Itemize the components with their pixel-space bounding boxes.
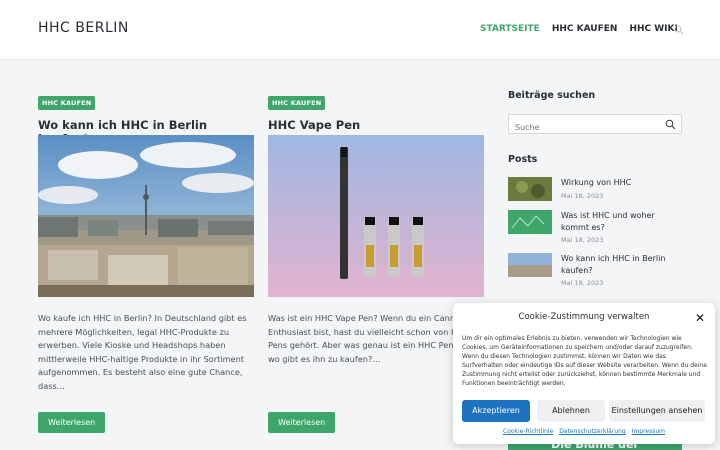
post-date: Mai 18, 2023 [561,279,604,287]
category-badge[interactable]: HHC KAUFEN [38,96,96,110]
imprint-link[interactable]: Impressum [632,428,665,435]
posts-heading: Posts [508,154,538,165]
post-card: HHC KAUFEN HHC Vape Pen Was ist ein HHC … [268,90,484,433]
post-card: HHC KAUFEN Wo kann ich HHC in Berlin kau… [38,90,254,433]
cookie-links: Cookie-Richtlinie Datenschutzerklärung I… [453,428,715,435]
post-thumbnail[interactable] [508,210,552,234]
sidebar-post[interactable]: Wirkung von HHC Mai 18, 2023 [508,177,684,205]
cookie-title: Cookie-Zustimmung verwalten [518,312,650,322]
post-thumbnail[interactable] [508,253,552,277]
nav-item-hhc-wiki[interactable]: HHC WIKI [629,24,677,34]
read-more-button[interactable]: Weiterlesen [268,412,336,433]
search-heading: Beiträge suchen [508,90,596,101]
deny-button[interactable]: Ablehnen [537,400,605,422]
nav-item-startseite[interactable]: STARTSEITE [480,24,540,34]
post-title[interactable]: HHC Vape Pen [268,118,484,132]
cookie-policy-link[interactable]: Cookie-Richtlinie [503,428,553,435]
privacy-policy-link[interactable]: Datenschutzerklärung [559,428,626,435]
site-title[interactable]: HHC BERLIN [38,20,129,36]
read-more-button[interactable]: Weiterlesen [38,412,106,433]
post-date: Mai 18, 2023 [561,192,604,200]
cookie-text: Um dir ein optimales Erlebnis zu bieten,… [462,335,707,387]
search-input[interactable] [515,118,665,137]
search-icon[interactable] [665,119,676,130]
post-thumbnail-berlin[interactable] [38,135,254,297]
category-badge[interactable]: HHC KAUFEN [268,96,326,110]
sidebar-search [508,114,682,137]
sidebar: Beiträge suchen Posts Wirkung von HHC Ma… [508,90,684,287]
post-thumbnail-vape-pen[interactable] [268,135,484,297]
close-icon[interactable]: ✕ [695,311,705,325]
accept-button[interactable]: Akzeptieren [462,400,530,422]
post-excerpt: Wo kaufe ich HHC in Berlin? In Deutschla… [38,313,247,391]
search-icon[interactable] [674,25,684,35]
sidebar-post[interactable]: Was ist HHC und woher kommt es? Mai 18, … [508,210,684,244]
sidebar-post[interactable]: Wo kann ich HHC in Berlin kaufen? Mai 18… [508,253,684,287]
site-header: HHC BERLIN STARTSEITE HHC KAUFEN HHC WIK… [0,0,720,60]
post-title[interactable]: Was ist HHC und woher kommt es? [561,210,684,234]
post-date: Mai 18, 2023 [561,236,604,244]
cookie-consent-dialog: Cookie-Zustimmung verwalten ✕ Um dir ein… [453,303,715,444]
post-title[interactable]: Wirkung von HHC [561,177,684,189]
main-nav: STARTSEITE HHC KAUFEN HHC WIKI [480,24,678,34]
settings-button[interactable]: Einstellungen ansehen [609,400,705,422]
post-excerpt: Was ist ein HHC Vape Pen? Wenn du ein Ca… [268,313,480,364]
nav-item-hhc-kaufen[interactable]: HHC KAUFEN [552,24,618,34]
post-title[interactable]: Wo kann ich HHC in Berlin kaufen? [561,253,684,277]
post-thumbnail[interactable] [508,177,552,201]
